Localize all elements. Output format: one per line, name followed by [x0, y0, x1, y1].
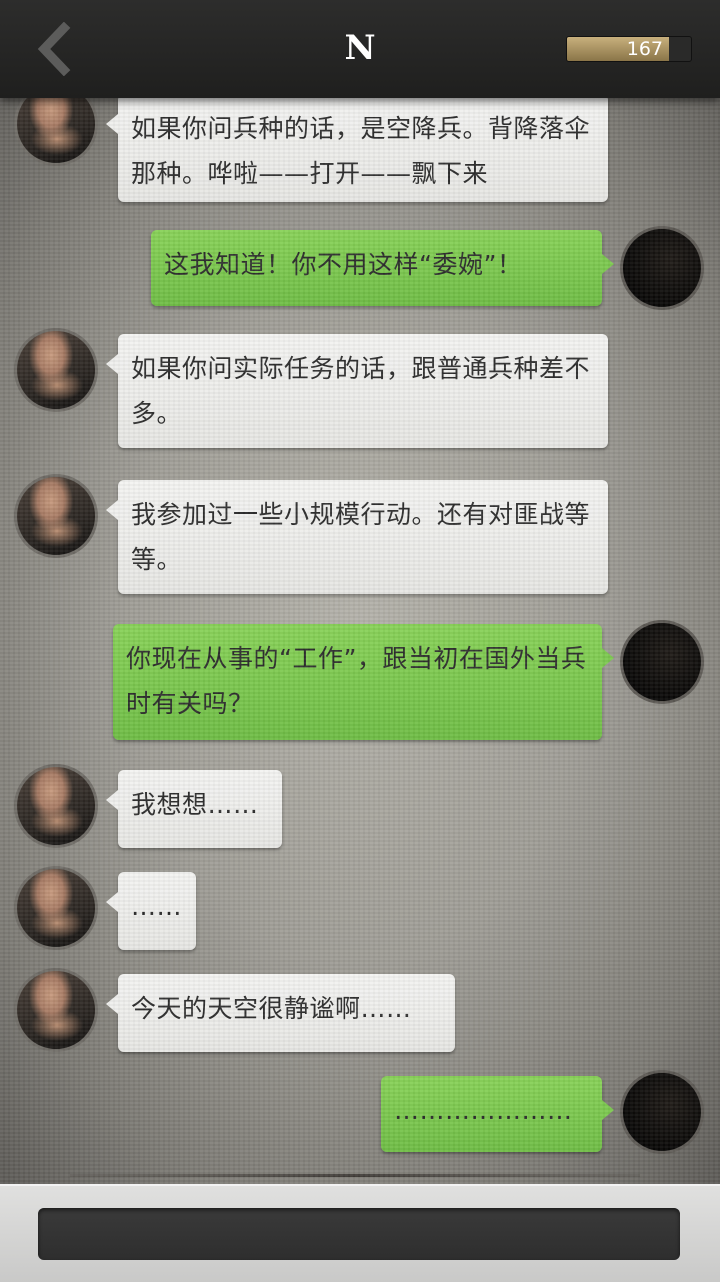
- player-avatar[interactable]: [620, 1070, 704, 1154]
- coin-count: 167: [626, 38, 663, 60]
- chat-screen: N 167 如果你问兵种的话，是空降兵。背降落伞那种。哗啦——打开——飘下来 这…: [0, 0, 720, 1282]
- incoming-message-bubble: 如果你问实际任务的话，跟普通兵种差不多。: [106, 334, 608, 448]
- contact-avatar[interactable]: [14, 474, 98, 558]
- incoming-message-bubble: 今天的天空很静谧啊……: [106, 974, 455, 1052]
- contact-avatar[interactable]: [14, 968, 98, 1052]
- incoming-message-bubble: 我参加过一些小规模行动。还有对匪战等等。: [106, 480, 608, 594]
- reply-panel: [0, 1184, 720, 1282]
- outgoing-message-bubble: …………………: [381, 1076, 614, 1152]
- outgoing-message-bubble: 你现在从事的“工作”，跟当初在国外当兵时有关吗？: [113, 624, 614, 740]
- outgoing-message-bubble: 这我知道！你不用这样“委婉”！: [151, 230, 614, 306]
- chat-divider: [70, 1174, 640, 1177]
- top-bar: N 167: [0, 0, 720, 98]
- reply-input-bar[interactable]: [38, 1208, 680, 1260]
- player-avatar[interactable]: [620, 226, 704, 310]
- incoming-message-bubble: 如果你问兵种的话，是空降兵。背降落伞那种。哗啦——打开——飘下来: [106, 94, 608, 202]
- contact-avatar[interactable]: [14, 328, 98, 412]
- coin-counter: 167: [566, 36, 692, 62]
- player-avatar[interactable]: [620, 620, 704, 704]
- incoming-message-bubble: ……: [106, 872, 196, 950]
- contact-avatar[interactable]: [14, 866, 98, 950]
- incoming-message-bubble: 我想想……: [106, 770, 282, 848]
- contact-avatar[interactable]: [14, 764, 98, 848]
